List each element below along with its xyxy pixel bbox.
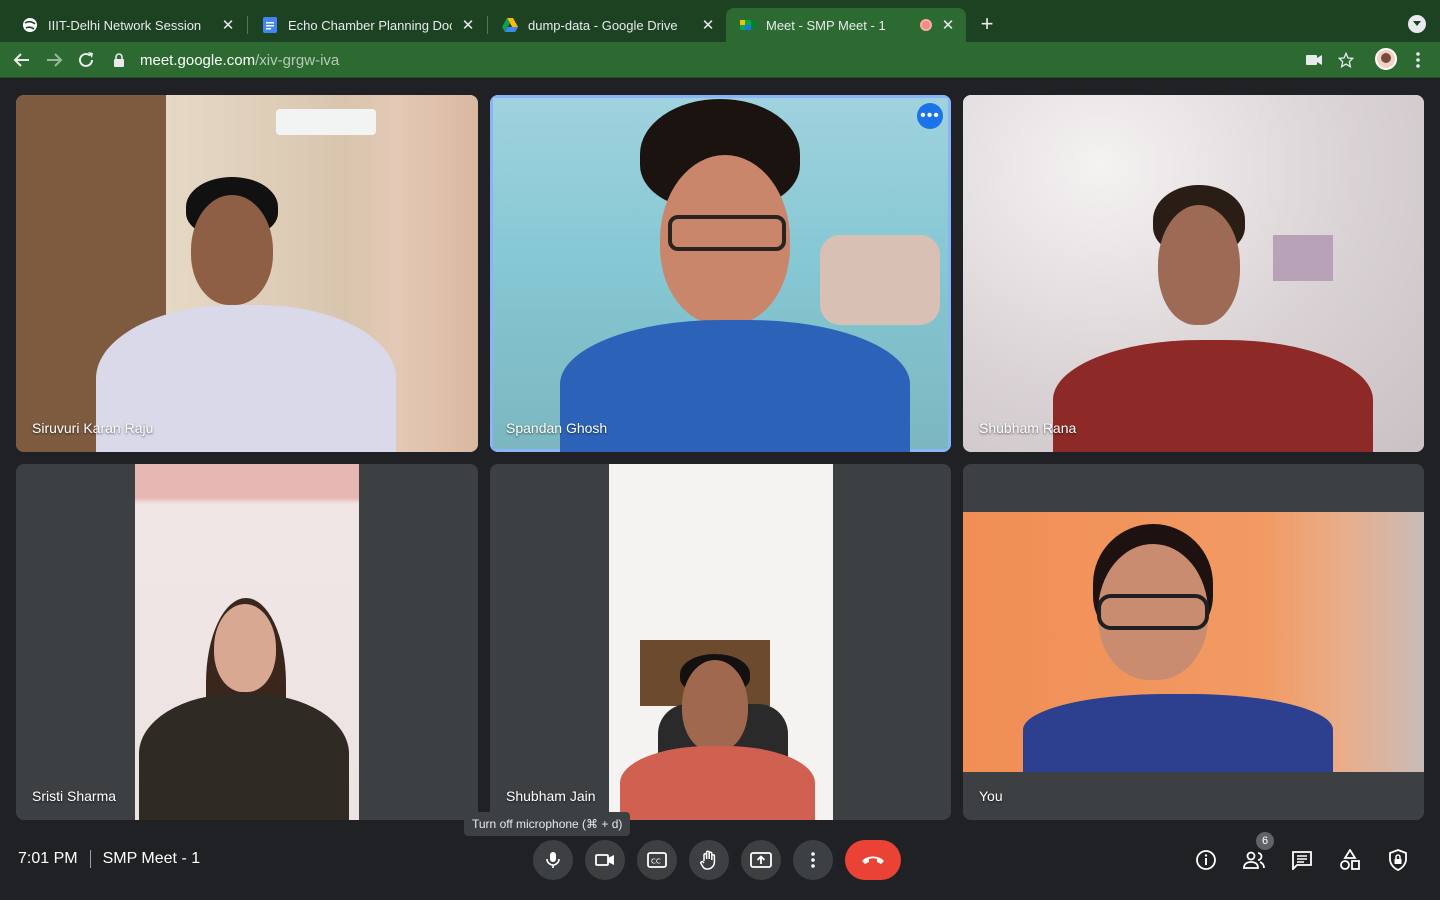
google-docs-icon xyxy=(262,17,278,33)
svg-text:CC: CC xyxy=(651,858,661,866)
address-bar[interactable]: meet.google.com/xiv-grgw-iva xyxy=(112,46,1352,74)
glasses xyxy=(668,215,786,251)
more-vert-icon xyxy=(811,852,815,868)
url-path: /xiv-grgw-iva xyxy=(255,51,340,69)
meeting-details-button[interactable] xyxy=(1192,846,1220,874)
more-options-button[interactable] xyxy=(793,840,833,880)
close-tab-icon[interactable]: ✕ xyxy=(700,17,716,34)
close-tab-icon[interactable]: ✕ xyxy=(940,17,956,34)
close-tab-icon[interactable]: ✕ xyxy=(220,17,236,34)
close-tab-icon[interactable]: ✕ xyxy=(460,17,476,34)
microphone-icon xyxy=(546,852,560,868)
raise-hand-button[interactable] xyxy=(689,840,729,880)
activities-button[interactable] xyxy=(1336,846,1364,874)
video-camera-icon xyxy=(595,854,614,866)
lock-icon xyxy=(114,53,124,67)
participant-tile[interactable]: Shubham Jain xyxy=(490,464,951,820)
new-tab-button[interactable]: + xyxy=(976,13,998,35)
back-button[interactable] xyxy=(10,48,34,72)
leave-call-button[interactable] xyxy=(845,840,901,880)
tab-network-session[interactable]: IIIT-Delhi Network Session ✕ xyxy=(8,8,246,42)
forward-button[interactable] xyxy=(42,48,66,72)
tab-title: IIIT-Delhi Network Session xyxy=(48,17,202,33)
participant-tile[interactable]: Sristi Sharma xyxy=(16,464,478,820)
participant-name: Shubham Rana xyxy=(979,420,1077,436)
participant-tile[interactable]: ••• Spandan Ghosh xyxy=(490,95,951,452)
meeting-time: 7:01 PM xyxy=(18,850,78,867)
people-icon xyxy=(1243,851,1265,869)
reload-button[interactable] xyxy=(74,48,98,72)
url-host: meet.google.com xyxy=(140,51,256,69)
activities-shapes-icon xyxy=(1340,849,1360,870)
meeting-info: 7:01 PM SMP Meet - 1 xyxy=(18,850,200,868)
recording-indicator-icon xyxy=(920,19,932,31)
glasses xyxy=(1097,594,1209,630)
tab-google-meet[interactable]: Meet - SMP Meet - 1 ✕ xyxy=(726,8,966,42)
google-meet-icon xyxy=(740,17,756,33)
browser-toolbar: meet.google.com/xiv-grgw-iva xyxy=(0,42,1440,78)
shield-lock-icon xyxy=(1389,849,1407,871)
participant-count-badge: 6 xyxy=(1256,832,1274,850)
tab-google-drive[interactable]: dump-data - Google Drive ✕ xyxy=(488,8,726,42)
browser-tab-strip: IIIT-Delhi Network Session ✕ Echo Chambe… xyxy=(0,0,1440,42)
people-button[interactable] xyxy=(1240,846,1268,874)
meeting-title: SMP Meet - 1 xyxy=(102,850,201,867)
air-conditioner xyxy=(276,109,376,135)
participant-name: Sristi Sharma xyxy=(32,788,117,804)
more-options-icon[interactable]: ••• xyxy=(917,103,943,129)
raise-hand-icon xyxy=(700,850,716,870)
reload-icon xyxy=(79,52,93,67)
chat-button[interactable] xyxy=(1288,846,1316,874)
present-screen-button[interactable] xyxy=(741,840,781,880)
arrow-left-icon xyxy=(13,53,29,67)
hang-up-icon xyxy=(862,856,884,864)
bookmark-star-icon[interactable] xyxy=(1334,48,1358,72)
host-controls-button[interactable] xyxy=(1384,846,1412,874)
tab-title: Meet - SMP Meet - 1 xyxy=(766,17,886,33)
participant-tile[interactable]: Shubham Rana xyxy=(963,95,1424,452)
tab-title: dump-data - Google Drive xyxy=(528,17,678,33)
participant-name: Shubham Jain xyxy=(506,788,596,804)
info-icon xyxy=(1196,850,1216,870)
microphone-button[interactable] xyxy=(533,840,573,880)
browser-menu-icon[interactable] xyxy=(1406,48,1430,72)
globe-icon xyxy=(22,17,38,33)
profile-avatar[interactable] xyxy=(1375,48,1397,70)
participant-name: Spandan Ghosh xyxy=(506,420,608,436)
closed-captions-icon: CC xyxy=(647,852,667,868)
tab-search-icon[interactable] xyxy=(1408,15,1426,33)
microphone-tooltip: Turn off microphone (⌘ + d) xyxy=(464,812,631,836)
chat-icon xyxy=(1292,851,1312,870)
participant-tile[interactable]: Siruvuri Karan Raju xyxy=(16,95,478,452)
camera-in-use-icon[interactable] xyxy=(1302,48,1326,72)
divider xyxy=(89,850,91,868)
participant-name: Siruvuri Karan Raju xyxy=(32,420,154,436)
arrow-right-icon xyxy=(47,53,63,67)
tab-title: Echo Chamber Planning Document xyxy=(288,17,452,33)
tab-echo-chamber-doc[interactable]: Echo Chamber Planning Document ✕ xyxy=(248,8,486,42)
participant-tile-self[interactable]: You xyxy=(963,464,1424,820)
present-screen-icon xyxy=(750,852,772,868)
participant-name: You xyxy=(979,788,1003,804)
captions-button[interactable]: CC xyxy=(637,840,677,880)
camera-button[interactable] xyxy=(585,840,625,880)
google-drive-icon xyxy=(502,17,518,33)
